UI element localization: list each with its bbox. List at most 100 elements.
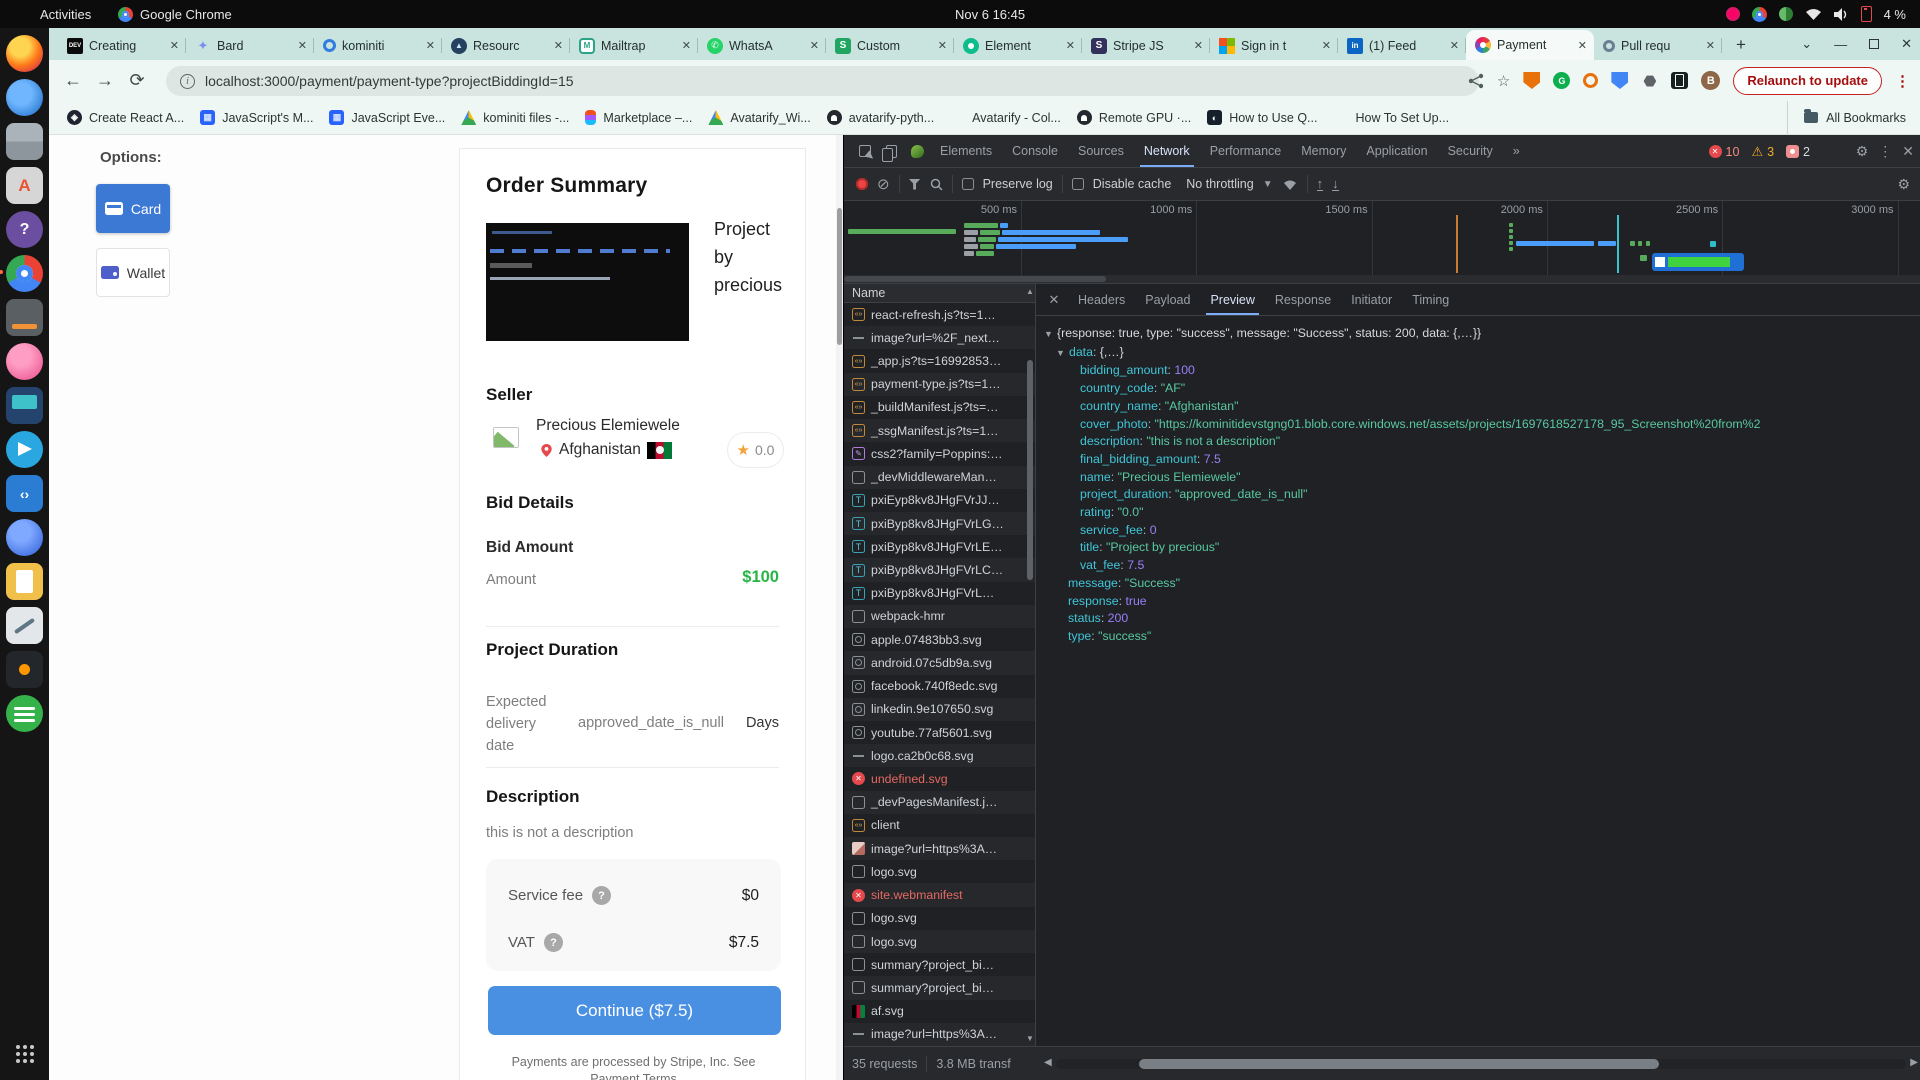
preserve-log-checkbox[interactable] <box>962 178 974 190</box>
network-settings-gear-icon[interactable]: ⚙ <box>1897 176 1910 193</box>
preview-tab[interactable]: Preview <box>1200 284 1264 315</box>
devtools-tab[interactable]: Memory <box>1291 135 1356 167</box>
browser-menu-kebab-icon[interactable]: ⋮ <box>1895 72 1910 90</box>
scrollbar-thumb[interactable] <box>1027 360 1033 580</box>
devtools-tab[interactable]: Application <box>1356 135 1437 167</box>
active-app-menu[interactable]: Google Chrome <box>118 0 232 28</box>
network-request-row[interactable]: logo.svg <box>844 860 1035 883</box>
dock-app-icon[interactable] <box>6 563 43 600</box>
network-request-row[interactable]: pxiByp8kv8JHgFVrLC… <box>844 558 1035 581</box>
system-tray[interactable]: 4 % <box>1726 0 1906 28</box>
throttling-dropdown[interactable]: No throttling <box>1186 177 1253 191</box>
browser-tab[interactable]: S Stripe JS ✕ <box>1082 31 1210 60</box>
site-info-icon[interactable]: i <box>180 74 195 89</box>
vat-help-icon[interactable]: ? <box>544 933 563 952</box>
expand-arrow-icon[interactable]: ▼ <box>1056 345 1069 363</box>
tab-close-icon[interactable]: ✕ <box>1066 39 1075 52</box>
dock-app-icon[interactable] <box>6 211 43 248</box>
network-request-row[interactable]: pxiEyp8kv8JHgFVrJJ… <box>844 489 1035 512</box>
network-conditions-icon[interactable] <box>1282 178 1298 191</box>
page-scrollbar[interactable] <box>836 135 843 1080</box>
device-toolbar-icon[interactable] <box>878 135 904 167</box>
extension-orange-ring-icon[interactable] <box>1583 73 1598 88</box>
new-tab-button[interactable]: + <box>1728 32 1754 58</box>
network-request-row[interactable]: pxiByp8kv8JHgFVrLG… <box>844 512 1035 535</box>
network-request-row[interactable]: facebook.740f8edc.svg <box>844 675 1035 698</box>
tab-close-icon[interactable]: ✕ <box>1706 39 1715 52</box>
issues-badge[interactable]: 2 <box>1786 145 1810 159</box>
dock-app-icon[interactable] <box>6 607 43 644</box>
scroll-right-arrow-icon[interactable]: ▶ <box>1910 1057 1918 1068</box>
devtools-tab[interactable]: Sources <box>1068 135 1134 167</box>
network-request-row[interactable]: android.07c5db9a.svg <box>844 651 1035 674</box>
extension-shield-orange-icon[interactable] <box>1523 72 1540 89</box>
console-errors-badge[interactable]: ✕10 <box>1709 145 1740 159</box>
bookmark-item[interactable]: JavaScript Eve... <box>321 106 453 129</box>
share-icon[interactable] <box>1468 73 1484 89</box>
devtools-tab[interactable]: Console <box>1002 135 1068 167</box>
network-request-row[interactable]: summary?project_bi… <box>844 976 1035 999</box>
network-request-row[interactable]: payment-type.js?ts=1… <box>844 373 1035 396</box>
tab-close-icon[interactable]: ✕ <box>1578 39 1587 52</box>
close-window-button[interactable]: ✕ <box>1901 36 1912 52</box>
preview-tab[interactable]: Payload <box>1135 284 1200 315</box>
import-har-icon[interactable]: ↑ <box>1317 178 1324 191</box>
network-request-row[interactable]: logo.svg <box>844 907 1035 930</box>
dock-app-icon[interactable] <box>6 431 43 468</box>
tab-close-icon[interactable]: ✕ <box>1194 39 1203 52</box>
reload-button[interactable]: ⟳ <box>121 70 153 91</box>
forward-button[interactable]: → <box>89 70 121 91</box>
bookmark-star-icon[interactable]: ☆ <box>1497 72 1510 90</box>
tab-close-icon[interactable]: ✕ <box>1322 39 1331 52</box>
relaunch-to-update-button[interactable]: Relaunch to update <box>1733 67 1882 95</box>
dock-app-icon[interactable] <box>6 475 43 512</box>
network-request-row[interactable]: react-refresh.js?ts=1… <box>844 303 1035 326</box>
network-request-row[interactable]: af.svg <box>844 1000 1035 1023</box>
network-request-row[interactable]: css2?family=Poppins:… <box>844 442 1035 465</box>
network-request-row[interactable]: client <box>844 814 1035 837</box>
tab-close-icon[interactable]: ✕ <box>938 39 947 52</box>
profile-avatar[interactable]: B <box>1701 71 1720 90</box>
console-warnings-badge[interactable]: ⚠3 <box>1751 144 1774 160</box>
dock-app-icon[interactable] <box>6 255 43 292</box>
extension-dark-icon[interactable] <box>1671 72 1688 89</box>
network-request-row[interactable]: _ssgManifest.js?ts=1… <box>844 419 1035 442</box>
scroll-left-arrow-icon[interactable]: ◀ <box>1044 1057 1052 1068</box>
bookmark-item[interactable]: Avatarify - Col... <box>942 106 1069 129</box>
network-overview-timeline[interactable]: 500 ms1000 ms1500 ms2000 ms2500 ms3000 m… <box>844 201 1920 284</box>
name-column-header[interactable]: Name <box>844 284 1035 303</box>
expand-arrow-icon[interactable]: ▼ <box>1044 326 1057 344</box>
devtools-menu-kebab-icon[interactable]: ⋮ <box>1878 143 1892 160</box>
show-applications-button[interactable] <box>6 1035 43 1072</box>
network-request-row[interactable]: logo.ca2b0c68.svg <box>844 744 1035 767</box>
payment-method-button[interactable]: Wallet <box>96 248 170 297</box>
browser-tab[interactable]: Sign in t ✕ <box>1210 31 1338 60</box>
browser-tab[interactable]: M Mailtrap ✕ <box>570 31 698 60</box>
preview-tab[interactable]: Headers <box>1068 284 1135 315</box>
dock-app-icon[interactable] <box>6 695 43 732</box>
browser-tab[interactable]: ✦ Bard ✕ <box>186 31 314 60</box>
bookmark-item[interactable]: Remote GPU ·... <box>1069 106 1199 129</box>
address-bar[interactable]: i localhost:3000/payment/payment-type?pr… <box>166 66 1479 96</box>
extensions-puzzle-icon[interactable]: ⬣ <box>1641 72 1658 89</box>
network-request-row[interactable]: _devPagesManifest.j… <box>844 791 1035 814</box>
bookmark-item[interactable]: Avatarify_Wi... <box>700 106 818 129</box>
dock-app-icon[interactable] <box>6 35 43 72</box>
dock-app-icon[interactable] <box>6 519 43 556</box>
dock-app-icon[interactable] <box>6 123 43 160</box>
dock-app-icon[interactable] <box>6 343 43 380</box>
browser-tab[interactable]: Pull requ ✕ <box>1594 31 1722 60</box>
disable-cache-checkbox[interactable] <box>1072 178 1084 190</box>
scrollbar-thumb[interactable] <box>1139 1059 1659 1069</box>
payment-terms-link[interactable]: Payment Terms <box>590 1072 677 1080</box>
scrollbar-thumb[interactable] <box>837 208 842 345</box>
maximize-button[interactable] <box>1869 39 1879 49</box>
close-preview-icon[interactable]: ✕ <box>1040 292 1068 308</box>
network-request-row[interactable]: logo.svg <box>844 930 1035 953</box>
network-request-row[interactable]: image?url=https%3A… <box>844 837 1035 860</box>
dock-app-icon[interactable] <box>6 167 43 204</box>
bookmark-item[interactable]: Marketplace –... <box>577 106 700 129</box>
devtools-tab[interactable]: Elements <box>930 135 1002 167</box>
clear-network-log-icon[interactable]: ⊘ <box>877 175 890 193</box>
browser-tab[interactable]: Element ✕ <box>954 31 1082 60</box>
